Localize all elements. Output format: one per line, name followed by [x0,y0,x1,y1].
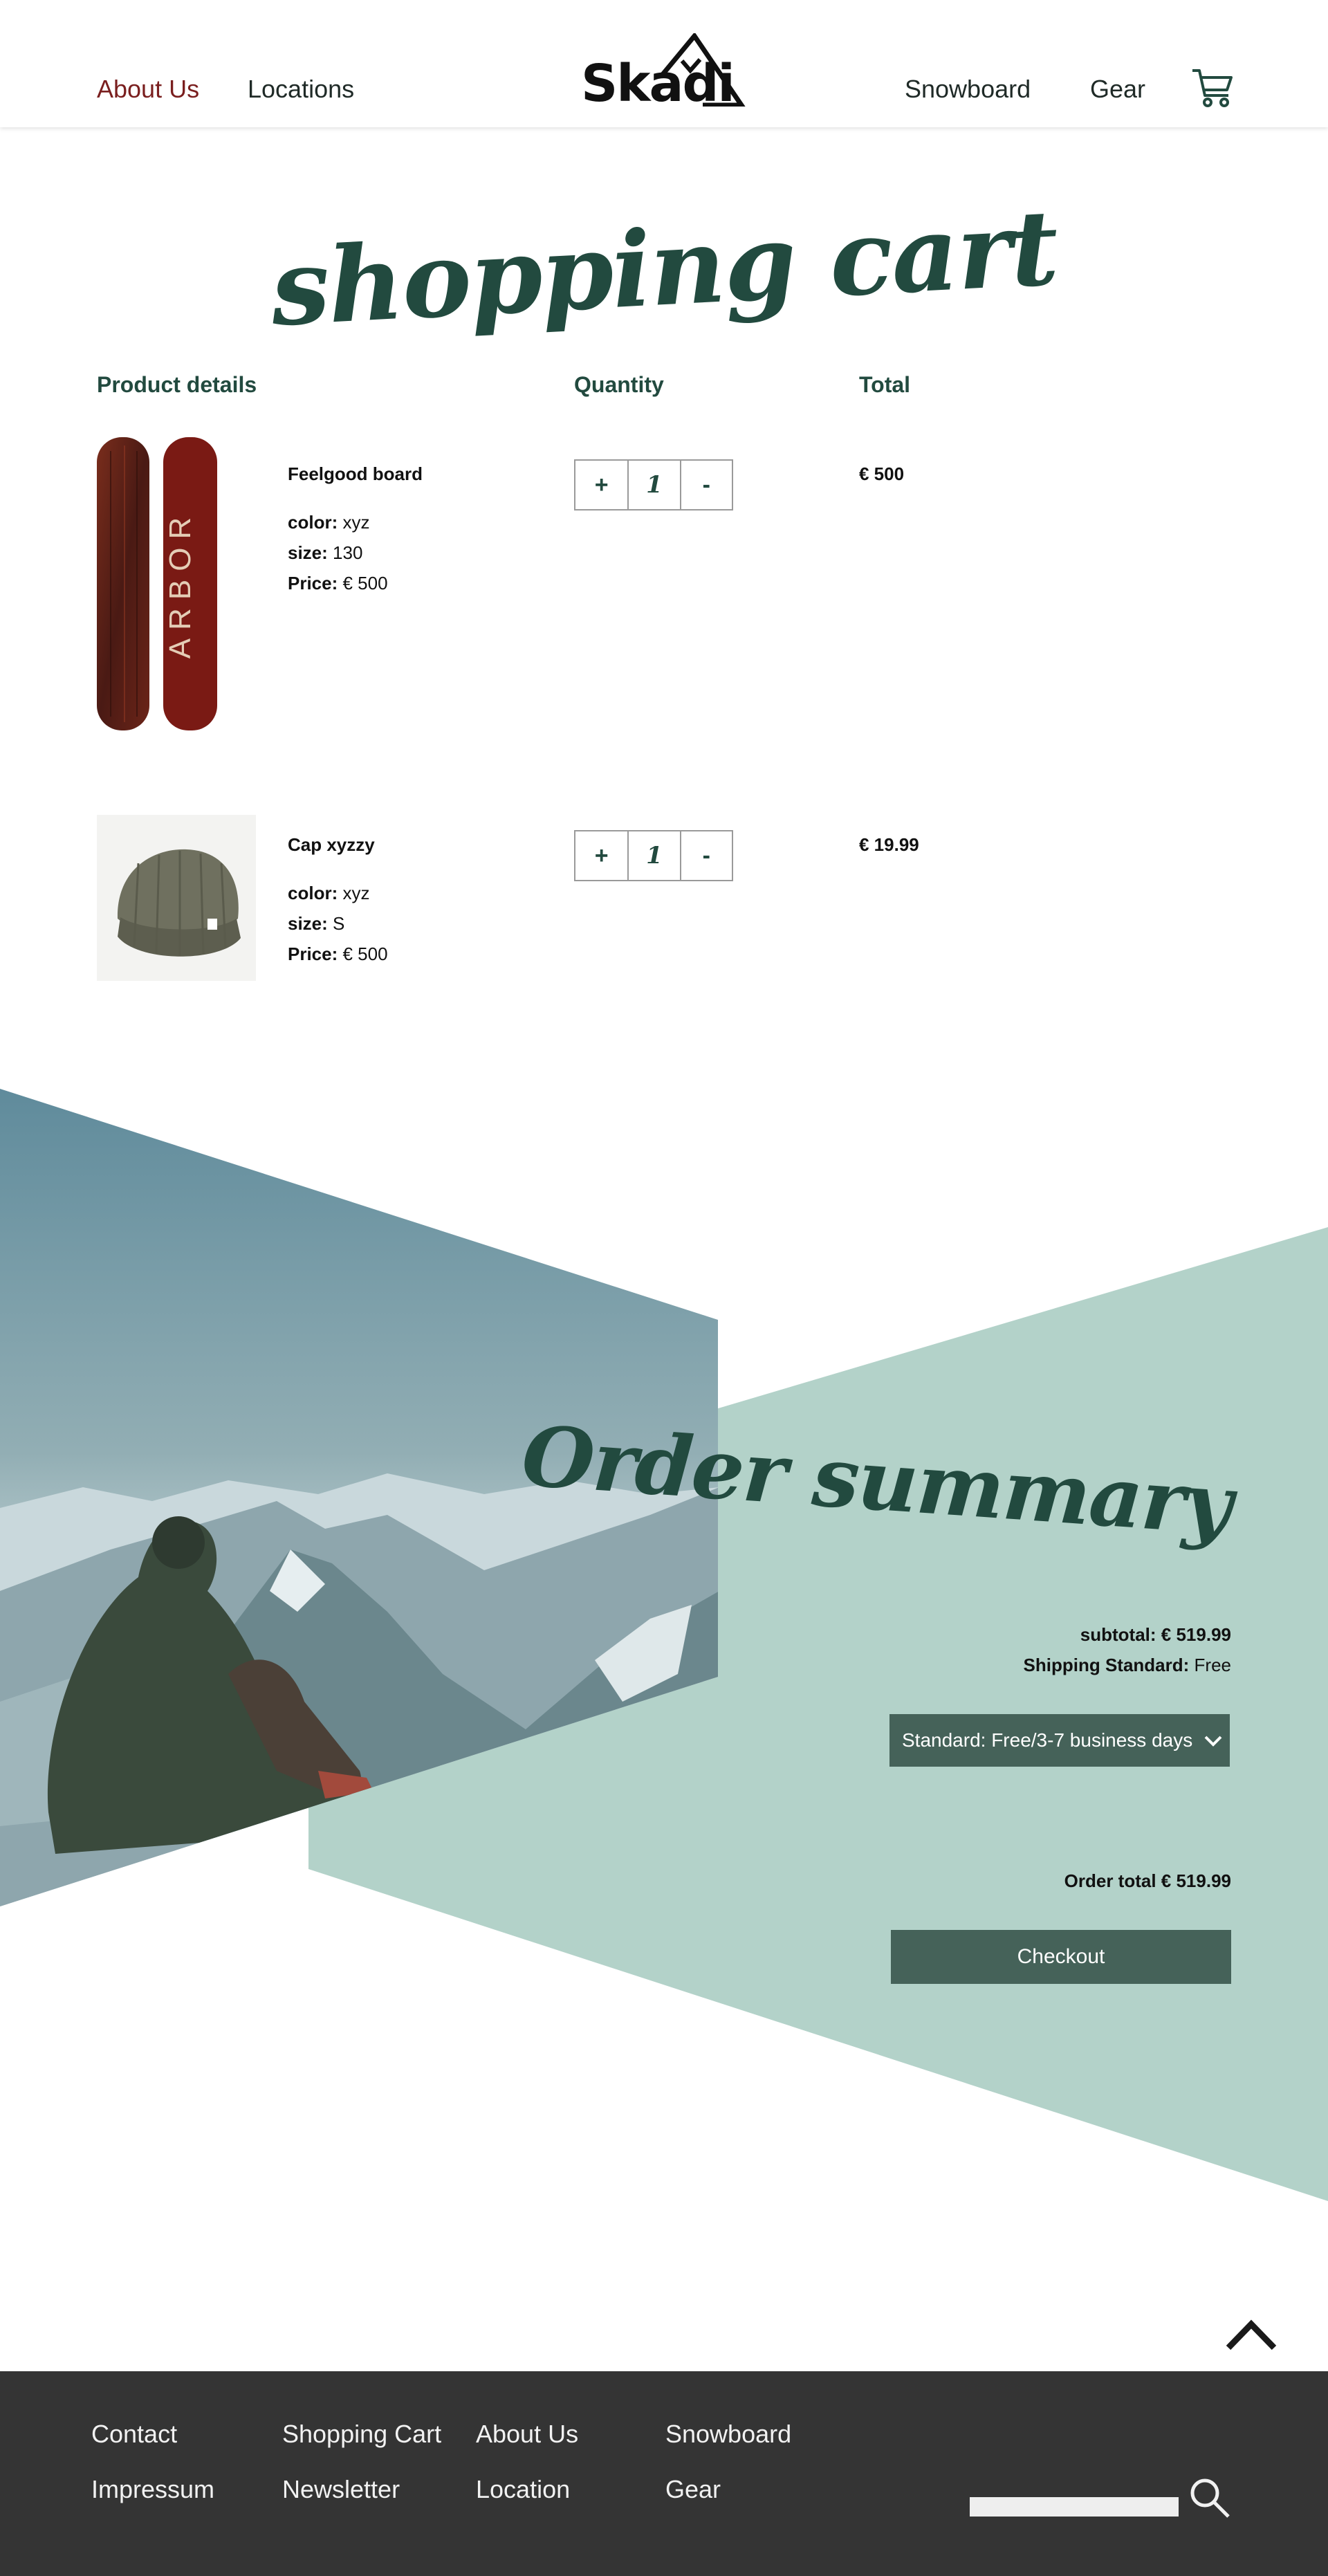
nav-about-us[interactable]: About Us [97,75,199,104]
product-color: color: xyz [288,512,370,533]
chevron-up-icon[interactable] [1224,2317,1278,2352]
footer-link-about-us[interactable]: About Us [476,2420,578,2449]
summary-background [0,1089,1328,2201]
shipping-select[interactable]: Standard: Free/3-7 business days [889,1714,1230,1767]
svg-text:ARBOR: ARBOR [163,509,197,659]
column-header-total: Total [859,372,911,397]
column-header-product: Product details [97,372,257,397]
beanie-image[interactable] [97,815,256,981]
snowboard-image[interactable]: ARBOR [97,437,219,730]
footer-link-snowboard[interactable]: Snowboard [665,2420,791,2449]
footer-link-newsletter[interactable]: Newsletter [282,2475,400,2504]
site-footer: Contact Impressum Shopping Cart Newslett… [0,2371,1328,2576]
quantity-value[interactable]: 1 [627,461,679,509]
line-total: € 19.99 [859,834,919,855]
quantity-stepper: + 1 - [574,459,733,510]
decrease-button[interactable]: - [679,461,732,509]
footer-link-contact[interactable]: Contact [91,2420,177,2449]
footer-link-location[interactable]: Location [476,2475,570,2504]
product-color: color: xyz [288,883,370,903]
logo-text: Skadi [581,54,735,113]
nav-locations[interactable]: Locations [248,75,354,104]
column-header-quantity: Quantity [574,372,664,397]
subtotal: subtotal: € 519.99 [1080,1624,1231,1645]
quantity-value[interactable]: 1 [627,831,679,880]
quantity-stepper: + 1 - [574,830,733,881]
increase-button[interactable]: + [575,461,627,509]
footer-link-shopping-cart[interactable]: Shopping Cart [282,2420,441,2449]
decrease-button[interactable]: - [679,831,732,880]
shipping-select-value: Standard: Free/3-7 business days [902,1729,1193,1751]
footer-link-gear[interactable]: Gear [665,2475,721,2504]
nav-gear[interactable]: Gear [1090,75,1145,104]
product-name[interactable]: Feelgood board [288,463,423,485]
line-total: € 500 [859,463,905,484]
product-size: size: 130 [288,542,363,563]
chevron-down-icon [1204,1736,1222,1747]
footer-link-impressum[interactable]: Impressum [91,2475,214,2504]
increase-button[interactable]: + [575,831,627,880]
checkout-button[interactable]: Checkout [891,1930,1231,1984]
product-name[interactable]: Cap xyzzy [288,834,375,856]
product-size: size: S [288,913,345,934]
skadi-logo[interactable]: Skadi [578,32,747,113]
cart-icon[interactable] [1191,68,1234,108]
site-header: About Us Locations Skadi Snowboard Gear [0,0,1328,127]
search-input[interactable] [970,2497,1179,2517]
product-price: Price: € 500 [288,573,388,594]
page-title: shopping cart [268,187,1060,350]
shipping-line: Shipping Standard: Free [1023,1655,1231,1675]
product-price: Price: € 500 [288,944,388,964]
order-total: Order total € 519.99 [1064,1870,1231,1891]
nav-snowboard[interactable]: Snowboard [905,75,1031,104]
search-icon[interactable] [1188,2476,1231,2519]
